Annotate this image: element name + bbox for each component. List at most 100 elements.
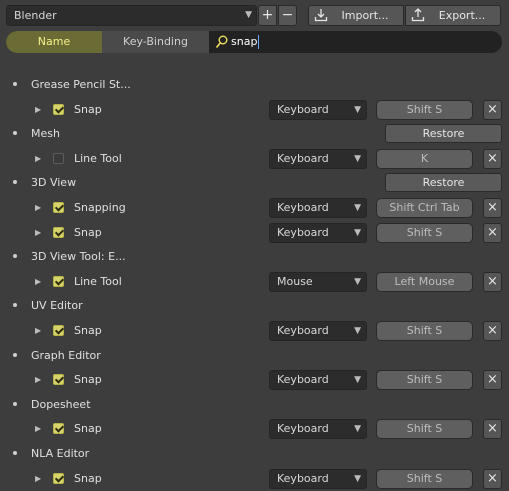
triangle-right-icon[interactable]: ▶ [35, 418, 41, 440]
item-active-checkbox[interactable] [53, 227, 64, 238]
triangle-right-icon[interactable]: ▶ [35, 197, 41, 219]
close-icon[interactable]: × [483, 272, 502, 292]
map-type-select[interactable]: Keyboard ▼ [269, 223, 367, 243]
item-active-checkbox[interactable] [53, 104, 64, 115]
bullet-icon [13, 303, 17, 307]
triangle-right-icon[interactable]: ▶ [35, 320, 41, 342]
map-type-select[interactable]: Keyboard ▼ [269, 149, 367, 169]
restore-button[interactable]: Restore [385, 124, 502, 143]
close-icon[interactable]: × [483, 469, 502, 489]
map-type-select[interactable]: Keyboard ▼ [269, 321, 367, 341]
keymap-item-label: Snap [74, 472, 102, 485]
map-type-value: Keyboard [277, 226, 329, 239]
close-icon[interactable]: × [483, 223, 502, 243]
key-binding-field[interactable]: Shift S [376, 469, 473, 489]
item-active-checkbox[interactable] [53, 153, 64, 164]
search-value: snap [231, 35, 258, 48]
text-caret [258, 35, 259, 49]
triangle-right-icon[interactable]: ▶ [35, 468, 41, 490]
chevron-down-icon: ▼ [354, 105, 361, 115]
import-button[interactable]: Import... [308, 5, 404, 26]
keymap-item-label: Snap [74, 226, 102, 239]
keymap-item-label: Line Tool [74, 152, 122, 165]
chevron-down-icon: ▼ [354, 277, 361, 287]
close-icon[interactable]: × [483, 198, 502, 218]
keymap-group-header: NLA Editor [0, 443, 509, 465]
map-type-select[interactable]: Keyboard ▼ [269, 198, 367, 218]
bullet-icon [13, 451, 17, 455]
triangle-right-icon[interactable]: ▶ [35, 222, 41, 244]
key-binding-field[interactable]: Shift S [376, 321, 473, 341]
search-input[interactable]: snap [209, 31, 502, 53]
map-type-select[interactable]: Keyboard ▼ [269, 469, 367, 489]
keymap-group-label[interactable]: Grease Pencil St... [31, 74, 131, 96]
triangle-right-icon[interactable]: ▶ [35, 99, 41, 121]
key-binding-field[interactable]: Shift Ctrl Tab [376, 198, 473, 218]
filter-by-name-toggle[interactable]: Name [6, 31, 102, 53]
keymap-item-label: Snap [74, 422, 102, 435]
triangle-right-icon[interactable]: ▶ [35, 148, 41, 170]
add-preset-button[interactable]: + [258, 5, 277, 26]
keymap-item-label: Snap [74, 373, 102, 386]
chevron-down-icon: ▼ [354, 326, 361, 336]
keymap-group-label[interactable]: 3D View Tool: E... [31, 246, 126, 268]
key-binding-field[interactable]: Shift S [376, 223, 473, 243]
remove-preset-button[interactable]: − [278, 5, 297, 26]
item-active-checkbox[interactable] [53, 473, 64, 484]
import-icon [314, 9, 328, 22]
close-icon[interactable]: × [483, 149, 502, 169]
bullet-icon [13, 82, 17, 86]
item-active-checkbox[interactable] [53, 276, 64, 287]
close-icon[interactable]: × [483, 321, 502, 341]
close-icon[interactable]: × [483, 100, 502, 120]
map-type-value: Keyboard [277, 324, 329, 337]
map-type-select[interactable]: Keyboard ▼ [269, 419, 367, 439]
keymap-group-label[interactable]: 3D View [31, 172, 76, 194]
bullet-icon [13, 131, 17, 135]
item-active-checkbox[interactable] [53, 374, 64, 385]
keymap-item-label: Snapping [74, 201, 126, 214]
keymap-item-row: ▶ Line Tool Mouse ▼ Left Mouse × [0, 271, 509, 293]
chevron-down-icon: ▼ [354, 474, 361, 484]
keymap-preset-select[interactable]: Blender ▼ [6, 5, 257, 26]
item-active-checkbox[interactable] [53, 423, 64, 434]
keymap-item-row: ▶ Snap Keyboard ▼ Shift S × [0, 369, 509, 391]
map-type-value: Keyboard [277, 422, 329, 435]
item-active-checkbox[interactable] [53, 202, 64, 213]
map-type-select[interactable]: Mouse ▼ [269, 272, 367, 292]
export-button[interactable]: Export... [405, 5, 501, 26]
export-icon [411, 8, 425, 22]
bullet-icon [13, 402, 17, 406]
close-icon[interactable]: × [483, 370, 502, 390]
triangle-right-icon[interactable]: ▶ [35, 271, 41, 293]
key-binding-field[interactable]: Shift S [376, 419, 473, 439]
key-binding-field[interactable]: Shift S [376, 100, 473, 120]
keymap-group-label[interactable]: Graph Editor [31, 345, 101, 367]
map-type-select[interactable]: Keyboard ▼ [269, 370, 367, 390]
map-type-value: Keyboard [277, 373, 329, 386]
keymap-preset-value: Blender [14, 9, 57, 22]
filter-bar: Name Key-Binding snap [6, 31, 502, 53]
keymap-group-label[interactable]: Dopesheet [31, 394, 91, 416]
chevron-down-icon: ▼ [354, 424, 361, 434]
keymap-item-label: Snap [74, 324, 102, 337]
keymap-group-label[interactable]: Mesh [31, 123, 60, 145]
key-binding-field[interactable]: K [376, 149, 473, 169]
keymap-group-header: Dopesheet [0, 394, 509, 416]
keymap-group-label[interactable]: UV Editor [31, 295, 83, 317]
chevron-down-icon: ▼ [354, 228, 361, 238]
filter-by-keybinding-toggle[interactable]: Key-Binding [102, 31, 209, 53]
keymap-group-header: Grease Pencil St... [0, 74, 509, 96]
keymap-group-label[interactable]: NLA Editor [31, 443, 89, 465]
close-icon[interactable]: × [483, 419, 502, 439]
triangle-right-icon[interactable]: ▶ [35, 369, 41, 391]
key-binding-field[interactable]: Left Mouse [376, 272, 473, 292]
map-type-select[interactable]: Keyboard ▼ [269, 100, 367, 120]
map-type-value: Keyboard [277, 201, 329, 214]
search-icon [215, 35, 228, 49]
key-binding-field[interactable]: Shift S [376, 370, 473, 390]
bullet-icon [13, 353, 17, 357]
item-active-checkbox[interactable] [53, 325, 64, 336]
keymap-item-row: ▶ Snap Keyboard ▼ Shift S × [0, 468, 509, 490]
restore-button[interactable]: Restore [385, 173, 502, 192]
